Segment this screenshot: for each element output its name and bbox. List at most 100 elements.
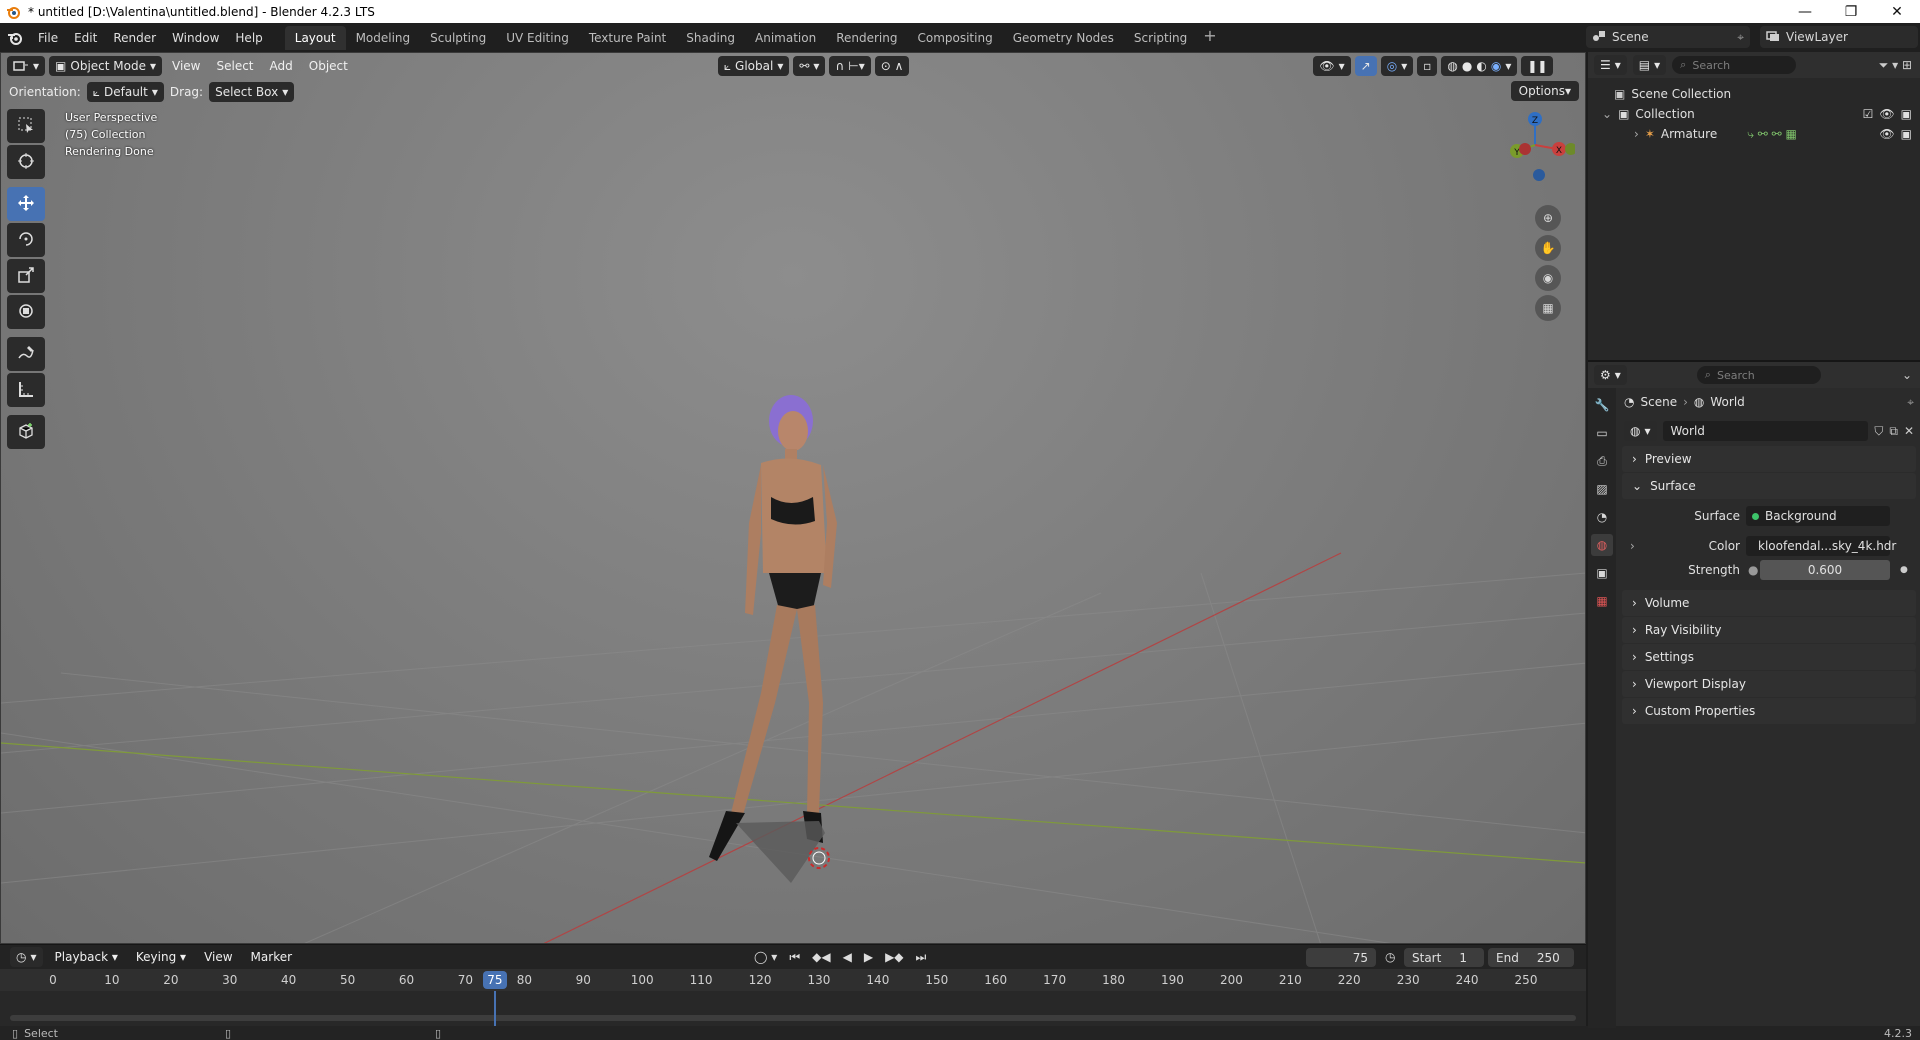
shading-modes[interactable]: ◍ ● ◐ ◉ ▾ — [1441, 56, 1518, 76]
visibility-dropdown[interactable]: 👁 ▾ — [1313, 56, 1351, 76]
orientation-dropdown[interactable]: ⟀ Default ▾ — [86, 82, 164, 102]
tab-shading[interactable]: Shading — [676, 26, 745, 50]
rendered-shading-icon[interactable]: ◉ — [1491, 59, 1501, 73]
menu-render[interactable]: Render — [105, 27, 164, 49]
playhead-line[interactable] — [493, 991, 496, 1027]
rotate-tool[interactable] — [7, 223, 45, 257]
jump-start-button[interactable]: ⏮ — [789, 950, 800, 965]
color-texture-field[interactable]: kloofendal...sky_4k.hdr — [1746, 536, 1896, 556]
preview-range-icon[interactable]: ◷ — [1385, 950, 1395, 964]
filter-icon[interactable]: ⏷ ▾ ⊞ — [1879, 58, 1912, 73]
menu-window[interactable]: Window — [164, 27, 227, 49]
drag-dropdown[interactable]: Select Box ▾ — [209, 82, 295, 102]
strength-field[interactable]: 0.600 — [1760, 560, 1890, 580]
expand-collection-icon[interactable]: ⌄ — [1602, 107, 1612, 121]
close-window-button[interactable]: ✕ — [1874, 0, 1920, 23]
tab-sculpting[interactable]: Sculpting — [420, 26, 496, 50]
timeline-scrollbar[interactable] — [10, 1015, 1576, 1021]
panel-surface[interactable]: ⌄ Surface — [1622, 473, 1916, 499]
transform-orientation-dropdown[interactable]: ⟀ Global ▾ — [717, 56, 790, 76]
tab-collection[interactable]: ▣ — [1591, 562, 1613, 584]
play-button[interactable]: ▶ — [864, 950, 873, 964]
world-name-field[interactable]: World — [1662, 421, 1869, 441]
timeline-editor-type[interactable]: ◷ ▾ — [10, 947, 43, 967]
menu-edit[interactable]: Edit — [66, 27, 105, 49]
play-reverse-button[interactable]: ◀ — [843, 950, 852, 964]
pause-render-button[interactable]: ❚❚ — [1521, 56, 1554, 76]
select-box-tool[interactable] — [7, 109, 45, 143]
tab-animation[interactable]: Animation — [745, 26, 826, 50]
tab-render[interactable]: ▭ — [1591, 422, 1613, 444]
panel-volume[interactable]: › Volume — [1622, 590, 1916, 616]
unlink-icon[interactable]: ✕ — [1904, 424, 1914, 438]
minimize-button[interactable]: — — [1782, 0, 1828, 23]
add-workspace-button[interactable]: + — [1197, 26, 1222, 50]
blender-menu-icon[interactable] — [0, 31, 30, 45]
auto-key-toggle[interactable]: ◯ ▾ — [754, 950, 777, 964]
transform-tool[interactable] — [7, 295, 45, 329]
zoom-view-button[interactable]: ⊕ — [1535, 205, 1561, 231]
panel-custom-properties[interactable]: › Custom Properties — [1622, 698, 1916, 724]
scene-selector[interactable]: Scene ⌖ — [1586, 26, 1750, 48]
exclude-checkbox[interactable]: ☑ — [1863, 107, 1874, 121]
tab-texture-paint[interactable]: Texture Paint — [579, 26, 676, 50]
display-mode-dropdown[interactable]: ▤ ▾ — [1632, 55, 1667, 75]
tab-rendering[interactable]: Rendering — [826, 26, 907, 50]
tab-layout[interactable]: Layout — [284, 25, 346, 50]
timeline-tracks[interactable] — [0, 991, 1586, 1027]
tab-tool[interactable]: 🔧 — [1591, 394, 1613, 416]
menu-file[interactable]: File — [30, 27, 66, 49]
jump-end-button[interactable]: ⏭ — [916, 950, 927, 965]
viewport-menu-view[interactable]: View — [166, 59, 206, 73]
expand-color-icon[interactable]: › — [1630, 539, 1635, 553]
xray-toggle[interactable]: ▫ — [1417, 56, 1438, 76]
outliner-search[interactable]: ⌕ Search — [1672, 56, 1797, 74]
end-frame-field[interactable]: End 250 — [1488, 948, 1574, 967]
prev-keyframe-button[interactable]: ◆◀ — [812, 950, 830, 964]
gizmo-toggle[interactable]: ↗ — [1354, 56, 1377, 76]
scale-tool[interactable] — [7, 259, 45, 293]
armature-children-icons[interactable]: ⤷ ⚯ ⚯ ▦ — [1747, 127, 1797, 142]
snap-toggle[interactable]: ∩ ⊢▾ — [829, 56, 871, 76]
timeline-ruler[interactable]: 0 10 20 30 40 50 60 70 80 90 100 110 120 130 140 150 160… — [0, 969, 1586, 991]
current-frame-field[interactable]: 75 — [1306, 948, 1376, 967]
properties-search[interactable]: ⌕ Search — [1696, 366, 1821, 384]
proportional-edit-toggle[interactable]: ⊙ ∧ — [874, 56, 910, 76]
timeline-menu-view[interactable]: View — [198, 950, 238, 964]
timeline-menu-playback[interactable]: Playback ▾ — [49, 950, 124, 964]
material-shading-icon[interactable]: ◐ — [1476, 59, 1486, 73]
annotate-tool[interactable] — [7, 337, 45, 371]
tab-uv-editing[interactable]: UV Editing — [496, 26, 579, 50]
maximize-button[interactable]: ❐ — [1828, 0, 1874, 23]
panel-preview[interactable]: › Preview — [1622, 446, 1916, 472]
duplicate-icon[interactable]: ⧉ — [1889, 424, 1898, 439]
keyframe-dot-icon[interactable]: ● — [1900, 565, 1908, 575]
tab-scripting[interactable]: Scripting — [1124, 26, 1197, 50]
editor-type-button[interactable]: ▾ — [7, 56, 46, 76]
measure-tool[interactable] — [7, 373, 45, 407]
tab-world[interactable]: ◍ — [1591, 534, 1613, 556]
panel-settings[interactable]: › Settings — [1622, 644, 1916, 670]
camera-view-button[interactable]: ◉ — [1535, 265, 1561, 291]
camera-icon[interactable]: ▣ — [1901, 107, 1912, 121]
cursor-tool[interactable] — [7, 145, 45, 179]
eye-icon[interactable]: 👁 — [1879, 107, 1894, 121]
next-keyframe-button[interactable]: ▶◆ — [885, 950, 903, 964]
playhead-frame-label[interactable]: 75 — [482, 971, 507, 989]
timeline-menu-keying[interactable]: Keying ▾ — [130, 950, 192, 964]
properties-editor-type[interactable]: ⚙ ▾ — [1594, 365, 1627, 385]
menu-help[interactable]: Help — [227, 27, 270, 49]
wireframe-shading-icon[interactable]: ◍ — [1447, 59, 1457, 73]
start-frame-field[interactable]: Start 1 — [1404, 948, 1484, 967]
add-cube-tool[interactable] — [7, 415, 45, 449]
timeline-menu-marker[interactable]: Marker — [245, 950, 298, 964]
pan-view-button[interactable]: ✋ — [1535, 235, 1561, 261]
viewport-menu-add[interactable]: Add — [264, 59, 299, 73]
pin-icon[interactable]: ⌖ — [1737, 30, 1744, 45]
eye-icon[interactable]: 👁 — [1879, 127, 1894, 141]
solid-shading-icon[interactable]: ● — [1462, 59, 1472, 73]
options-dropdown[interactable]: Options ▾ — [1510, 81, 1579, 101]
tab-output[interactable]: ⎙ — [1591, 450, 1613, 472]
pin-icon[interactable]: ⌖ — [1907, 395, 1914, 410]
surface-shader-field[interactable]: Background — [1746, 506, 1890, 526]
